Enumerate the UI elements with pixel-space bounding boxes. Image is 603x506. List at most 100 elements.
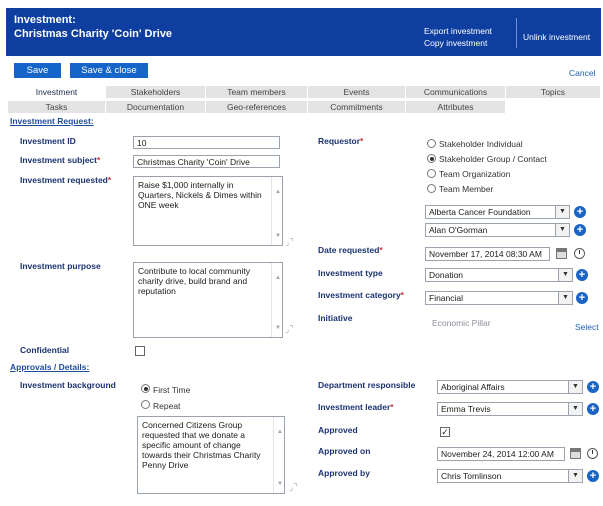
initiative-label: Initiative (318, 313, 353, 323)
investment-leader-label: Investment leader* (318, 402, 394, 412)
approved-label: Approved (318, 425, 358, 435)
investment-leader-value: Emma Trevis (441, 404, 491, 414)
investment-subject-field[interactable]: Christmas Charity 'Coin' Drive (133, 155, 280, 168)
chevron-up-icon: ▲ (277, 429, 283, 435)
chevron-down-icon: ▼ (555, 206, 569, 218)
tab-events[interactable]: Events (308, 86, 406, 98)
investment-requested-textarea[interactable]: Raise $1,000 internally in Quarters, Nic… (133, 176, 283, 246)
investment-leader-select[interactable]: Emma Trevis ▼ (437, 402, 583, 416)
add-approver-button[interactable]: + (587, 470, 599, 482)
save-button[interactable]: Save (14, 63, 61, 78)
chevron-down-icon: ▼ (275, 233, 281, 239)
contact-value: Alan O'Gorman (429, 225, 488, 235)
requestor-option-label: Team Member (439, 184, 494, 194)
date-requested-field[interactable]: November 17, 2014 08:30 AM (425, 247, 550, 261)
approved-on-field[interactable]: November 24, 2014 12:00 AM (437, 447, 565, 461)
clock-icon[interactable] (574, 248, 585, 259)
page-header: Investment: Christmas Charity 'Coin' Dri… (6, 8, 601, 56)
requestor-radio-individual[interactable] (427, 139, 436, 148)
investment-category-label: Investment category* (318, 290, 404, 300)
add-investment-leader-button[interactable]: + (587, 403, 599, 415)
background-radio-first-time[interactable] (141, 384, 150, 393)
investment-requested-text: Raise $1,000 internally in Quarters, Nic… (138, 180, 262, 210)
resize-handle-icon[interactable]: ⌟⌝ (289, 482, 297, 493)
initiative-field: Economic Pillar (429, 317, 549, 330)
clock-icon[interactable] (587, 448, 598, 459)
investment-purpose-textarea[interactable]: Contribute to local community charity dr… (133, 262, 283, 338)
page-title: Christmas Charity 'Coin' Drive (14, 28, 173, 40)
export-investment-link[interactable]: Export investment (424, 26, 492, 36)
tab-commitments[interactable]: Commitments (308, 101, 406, 113)
add-investment-type-button[interactable]: + (576, 269, 588, 281)
tab-investment[interactable]: Investment (8, 86, 106, 98)
copy-investment-link[interactable]: Copy investment (424, 38, 487, 48)
add-contact-button[interactable]: + (574, 224, 586, 236)
background-option-label: Repeat (153, 401, 181, 411)
requestor-radio-team-organization[interactable] (427, 169, 436, 178)
section-investment-request: Investment Request: (10, 116, 94, 126)
textarea-scrollbar[interactable]: ▲ ▼ (271, 263, 282, 337)
tab-tasks[interactable]: Tasks (8, 101, 106, 113)
chevron-down-icon: ▼ (277, 481, 283, 487)
unlink-investment-link[interactable]: Unlink investment (523, 32, 590, 42)
investment-id-field[interactable]: 10 (133, 136, 280, 149)
add-department-button[interactable]: + (587, 381, 599, 393)
cancel-link[interactable]: Cancel (569, 68, 595, 78)
investment-type-value: Donation (429, 270, 464, 280)
investment-background-label: Investment background (20, 380, 116, 390)
resize-handle-icon[interactable]: ⌟⌝ (285, 237, 293, 248)
investment-type-select[interactable]: Donation ▼ (425, 268, 573, 282)
requestor-radio-group-contact[interactable] (427, 154, 436, 163)
requestor-option-label: Stakeholder Group / Contact (439, 154, 547, 164)
investment-purpose-text: Contribute to local community charity dr… (138, 266, 250, 296)
requestor-radio-team-member[interactable] (427, 184, 436, 193)
tab-documentation[interactable]: Documentation (106, 101, 206, 113)
chevron-down-icon: ▼ (568, 403, 582, 415)
investment-requested-label: Investment requested* (20, 175, 112, 185)
chevron-down-icon: ▼ (555, 224, 569, 236)
approved-by-select[interactable]: Chris Tomlinson ▼ (437, 469, 583, 483)
confidential-checkbox[interactable] (135, 346, 145, 356)
approved-by-label: Approved by (318, 468, 370, 478)
resize-handle-icon[interactable]: ⌟⌝ (285, 324, 293, 335)
calendar-icon[interactable] (570, 448, 581, 459)
tab-geo-references[interactable]: Geo-references (206, 101, 308, 113)
page-title-prefix: Investment: (14, 14, 76, 26)
section-approvals-details: Approvals / Details: (10, 362, 90, 372)
tab-row-1: Investment Stakeholders Team members Eve… (8, 86, 601, 98)
chevron-up-icon: ▲ (275, 189, 281, 195)
requestor-label: Requestor* (318, 136, 364, 146)
department-responsible-label: Department responsible (318, 380, 416, 390)
chevron-up-icon: ▲ (275, 275, 281, 281)
investment-id-label: Investment ID (20, 136, 76, 146)
approved-checkbox[interactable]: ✓ (440, 427, 450, 437)
tab-team-members[interactable]: Team members (206, 86, 308, 98)
date-requested-label: Date requested* (318, 245, 383, 255)
investment-background-textarea[interactable]: Concerned Citizens Group requested that … (137, 416, 285, 494)
investment-background-text: Concerned Citizens Group requested that … (142, 420, 261, 470)
stakeholder-group-value: Alberta Cancer Foundation (429, 207, 531, 217)
department-select[interactable]: Aboriginal Affairs ▼ (437, 380, 583, 394)
textarea-scrollbar[interactable]: ▲ ▼ (271, 177, 282, 245)
save-close-button[interactable]: Save & close (70, 63, 148, 78)
initiative-select-link[interactable]: Select (575, 322, 599, 332)
background-radio-repeat[interactable] (141, 400, 150, 409)
tab-communications[interactable]: Communications (406, 86, 506, 98)
header-divider (516, 18, 517, 48)
calendar-icon[interactable] (556, 248, 567, 259)
add-stakeholder-group-button[interactable]: + (574, 206, 586, 218)
chevron-down-icon: ▼ (275, 325, 281, 331)
contact-select[interactable]: Alan O'Gorman ▼ (425, 223, 570, 237)
tab-row-2: Tasks Documentation Geo-references Commi… (8, 101, 601, 113)
background-option-label: First Time (153, 385, 191, 395)
department-value: Aboriginal Affairs (441, 382, 505, 392)
tab-stakeholders[interactable]: Stakeholders (106, 86, 206, 98)
textarea-scrollbar[interactable]: ▲ ▼ (273, 417, 284, 493)
add-investment-category-button[interactable]: + (576, 292, 588, 304)
tab-attributes[interactable]: Attributes (406, 101, 506, 113)
chevron-down-icon: ▼ (568, 381, 582, 393)
tab-topics[interactable]: Topics (506, 86, 601, 98)
stakeholder-group-select[interactable]: Alberta Cancer Foundation ▼ (425, 205, 570, 219)
investment-category-select[interactable]: Financial ▼ (425, 291, 573, 305)
chevron-down-icon: ▼ (558, 292, 572, 304)
